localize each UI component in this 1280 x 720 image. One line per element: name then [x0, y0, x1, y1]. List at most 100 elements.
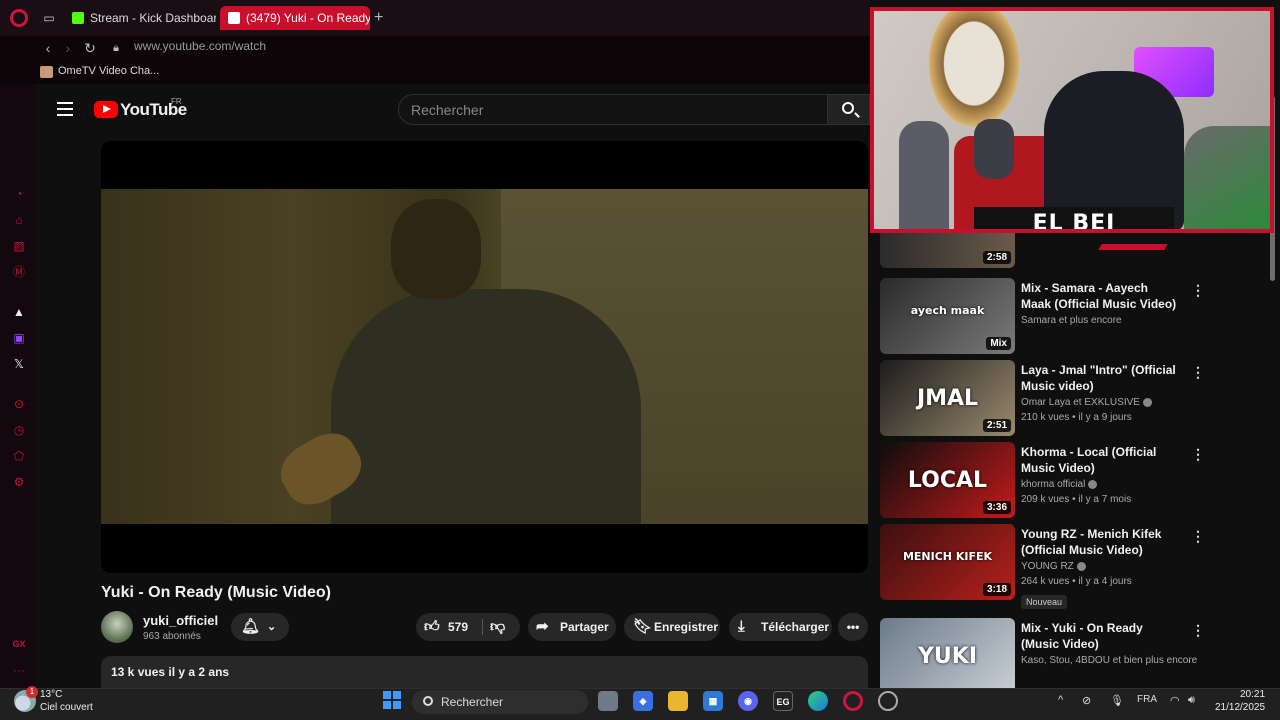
- save-button[interactable]: 🔖︎ Enregistrer: [624, 613, 720, 641]
- related-video-stats: 210 k vues • il y a 9 jours: [1021, 412, 1132, 423]
- more-actions-button[interactable]: •••: [838, 613, 868, 641]
- back-arrow-icon[interactable]: ‹: [38, 38, 58, 58]
- workspaces-icon[interactable]: ▭: [42, 11, 56, 25]
- related-video-title[interactable]: Young RZ - Menich Kifek (Official Music …: [1021, 526, 1181, 558]
- clock-date[interactable]: 21/12/2025: [1215, 702, 1265, 713]
- url-field[interactable]: www.youtube.com/watch: [134, 39, 266, 53]
- more-vert-icon[interactable]: ⋮: [1191, 364, 1205, 381]
- epic-games-icon[interactable]: EG: [773, 691, 793, 711]
- opera-gx-taskbar-icon[interactable]: [843, 691, 863, 711]
- related-video-title[interactable]: Mix - Samara - Aayech Maak (Official Mus…: [1021, 280, 1181, 312]
- chevron-up-icon[interactable]: ^: [1058, 694, 1063, 706]
- related-video-item[interactable]: 2:51 JMAL Laya - Jmal "Intro" (Official …: [880, 360, 1270, 440]
- lock-icon: 🔒︎: [113, 42, 119, 54]
- store-icon[interactable]: ▦: [703, 691, 723, 711]
- player-icon[interactable]: ⊙: [11, 396, 27, 412]
- streamer-nameplate: EL BEJ: [974, 207, 1174, 229]
- weather-temperature[interactable]: 13°C: [40, 689, 62, 700]
- thumbs-down-icon[interactable]: 👎︎: [490, 613, 505, 641]
- widgets-icon[interactable]: ◈: [633, 691, 653, 711]
- more-vert-icon[interactable]: ⋮: [1191, 622, 1205, 639]
- x-twitter-icon[interactable]: 𝕏: [11, 356, 27, 372]
- related-video-channel: khorma official: [1021, 478, 1098, 492]
- mix-badge: Mix: [986, 337, 1011, 350]
- related-video-item[interactable]: 3:18 MENICH KIFEK Young RZ - Menich Kife…: [880, 524, 1270, 609]
- more-vert-icon[interactable]: ⋮: [1191, 446, 1205, 463]
- related-video-title[interactable]: Mix - Yuki - On Ready (Music Video): [1021, 620, 1181, 652]
- wifi-icon[interactable]: ◠: [1170, 694, 1180, 707]
- bookmark-icon: 🔖︎: [633, 618, 653, 635]
- kick-sidebar-icon[interactable]: ▲: [11, 304, 27, 320]
- youtube-logo-icon[interactable]: [94, 101, 118, 118]
- edge-icon[interactable]: [808, 691, 828, 711]
- clock-time[interactable]: 20:21: [1240, 689, 1265, 700]
- tab-kick-dashboard[interactable]: Stream - Kick Dashboard: [64, 6, 216, 30]
- verified-icon: [1076, 561, 1086, 571]
- like-button[interactable]: 👍︎ 579 👎︎: [416, 613, 520, 641]
- related-video-item[interactable]: YUKI Mix - Yuki - On Ready (Music Video)…: [880, 618, 1270, 688]
- share-button[interactable]: ➦ Partager: [528, 613, 616, 641]
- tab-label: Stream - Kick Dashboard: [90, 11, 216, 25]
- more-vert-icon[interactable]: ⋮: [1191, 528, 1205, 545]
- gx-music-icon[interactable]: Ⓜ: [11, 264, 27, 280]
- related-video-partial[interactable]: 2:58: [880, 204, 1270, 268]
- description-box[interactable]: 13 k vues il y a 2 ans: [101, 656, 868, 688]
- discord-icon[interactable]: ◉: [738, 691, 758, 711]
- share-label: Partager: [560, 620, 609, 634]
- tab-youtube-video[interactable]: (3479) Yuki - On Ready (M: [220, 6, 370, 30]
- opera-logo-icon[interactable]: [10, 9, 28, 27]
- video-thumbnail[interactable]: 2:51 JMAL: [880, 360, 1015, 436]
- microphone-icon[interactable]: 🎙︎: [1110, 694, 1124, 707]
- volume-icon[interactable]: 🔊︎: [1188, 694, 1195, 707]
- gx-corner-icon[interactable]: ▧: [11, 238, 27, 254]
- menu-hamburger-icon[interactable]: [57, 102, 73, 116]
- related-video-item[interactable]: 3:36 LOCAL Khorma - Local (Official Musi…: [880, 442, 1270, 522]
- more-vert-icon[interactable]: ⋮: [1191, 282, 1205, 299]
- video-thumbnail[interactable]: 3:18 MENICH KIFEK: [880, 524, 1015, 600]
- reload-icon[interactable]: ↻: [80, 38, 100, 58]
- video-thumbnail[interactable]: 3:36 LOCAL: [880, 442, 1015, 518]
- search-icon: [423, 696, 433, 706]
- download-button[interactable]: ⤓ Télécharger: [729, 613, 832, 641]
- language-indicator[interactable]: FRA: [1137, 694, 1157, 705]
- related-video-item[interactable]: Mix ayech maak Mix - Samara - Aayech Maa…: [880, 278, 1270, 358]
- windows-start-icon[interactable]: [383, 691, 401, 709]
- extensions-icon[interactable]: ⬠: [11, 448, 27, 464]
- settings-gear-icon[interactable]: ⚙: [11, 474, 27, 490]
- crypto-wallet-icon[interactable]: ⌂: [11, 212, 27, 228]
- obs-icon[interactable]: [878, 691, 898, 711]
- verified-icon: [1142, 397, 1152, 407]
- download-label: Télécharger: [761, 620, 830, 634]
- search-input[interactable]: Rechercher: [398, 94, 828, 125]
- video-player[interactable]: [101, 141, 868, 573]
- duration-badge: 2:51: [982, 419, 1011, 432]
- task-view-icon[interactable]: [598, 691, 618, 711]
- weather-description[interactable]: Ciel couvert: [40, 702, 93, 713]
- related-video-stats: 209 k vues • il y a 7 mois: [1021, 494, 1132, 505]
- forward-arrow-icon[interactable]: ›: [58, 38, 78, 58]
- new-tab-button[interactable]: +: [374, 9, 383, 27]
- taskbar-search[interactable]: Rechercher: [412, 690, 588, 714]
- channel-avatar[interactable]: [101, 611, 133, 643]
- gx-logo-icon[interactable]: GX: [11, 636, 27, 652]
- more-dots-icon[interactable]: ···: [11, 662, 27, 678]
- channel-name[interactable]: yuki_officiel: [143, 613, 218, 628]
- bell-icon: 🔔︎: [241, 618, 261, 635]
- history-icon[interactable]: ◷: [11, 422, 27, 438]
- search-button[interactable]: [827, 94, 870, 125]
- bookmark-ometv[interactable]: OmeTV Video Cha...: [40, 65, 159, 78]
- twitch-icon[interactable]: ▣: [11, 330, 27, 346]
- network-off-icon[interactable]: ⊘: [1082, 694, 1091, 707]
- video-thumbnail[interactable]: Mix ayech maak: [880, 278, 1015, 354]
- save-label: Enregistrer: [654, 620, 719, 634]
- verified-icon: [1088, 479, 1098, 489]
- aria-icon[interactable]: ◔: [11, 186, 27, 202]
- related-video-title[interactable]: Khorma - Local (Official Music Video): [1021, 444, 1181, 476]
- video-thumbnail[interactable]: YUKI: [880, 618, 1015, 688]
- youtube-favicon-icon: [228, 12, 240, 24]
- notification-bell-button[interactable]: 🔔︎ ⌄: [231, 613, 289, 641]
- file-explorer-icon[interactable]: [668, 691, 688, 711]
- weather-alert-badge: 1: [26, 686, 38, 698]
- kick-favicon-icon: [72, 12, 84, 24]
- related-video-title[interactable]: Laya - Jmal "Intro" (Official Music vide…: [1021, 362, 1181, 394]
